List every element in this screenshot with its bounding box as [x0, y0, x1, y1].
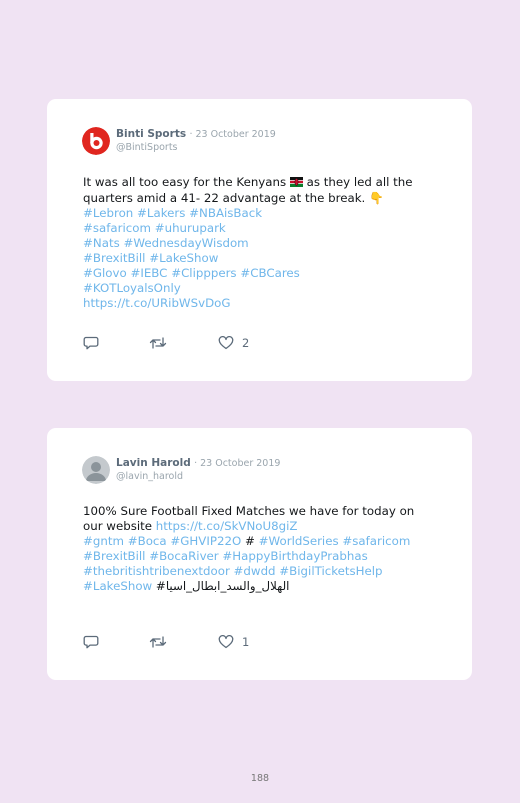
heart-icon: [218, 336, 234, 350]
tweet-text-segment: It was all too easy for the Kenyans: [83, 175, 290, 189]
tweet-text-segment: #: [241, 534, 259, 548]
tweet-line: #Nats #WednesdayWisdom: [83, 236, 433, 251]
hashtag-link[interactable]: #NBAisBack: [189, 206, 262, 220]
reply-button[interactable]: [83, 635, 99, 649]
hashtag-link[interactable]: #gntm: [83, 534, 124, 548]
tweet-line: quarters amid a 41- 22 advantage at the …: [83, 191, 433, 206]
display-name[interactable]: Binti Sports: [116, 128, 186, 140]
hashtag-link[interactable]: #WednesdayWisdom: [123, 236, 248, 250]
avatar[interactable]: [82, 456, 110, 484]
retweet-icon: [149, 636, 167, 648]
user-handle[interactable]: @BintiSports: [116, 142, 178, 153]
author-line: Binti Sports · 23 October 2019: [116, 128, 276, 140]
tweet-text-segment: our website: [83, 519, 156, 533]
tweet-date: · 23 October 2019: [194, 458, 281, 469]
hashtag-link[interactable]: #BrexitBill: [83, 549, 145, 563]
hashtag-link[interactable]: #Lakers: [137, 206, 185, 220]
tweet-line: #thebritishtribenextdoor #dwdd #BigilTic…: [83, 564, 433, 579]
tweet-date: · 23 October 2019: [189, 129, 276, 140]
display-name[interactable]: Lavin Harold: [116, 457, 191, 469]
hashtag-link[interactable]: #Glovo: [83, 266, 127, 280]
tweet-text: 100% Sure Football Fixed Matches we have…: [83, 504, 433, 594]
like-count: 2: [242, 336, 250, 350]
reply-button[interactable]: [83, 336, 99, 350]
hashtag-link[interactable]: #Clipppers: [171, 266, 236, 280]
kenya-flag-icon: [289, 176, 303, 191]
user-handle[interactable]: @lavin_harold: [116, 471, 183, 482]
tweet-line: #Glovo #IEBC #Clipppers #CBCares: [83, 266, 433, 281]
hashtag-link[interactable]: #Nats: [83, 236, 120, 250]
tweet-link[interactable]: https://t.co/SkVNoU8giZ: [156, 519, 298, 533]
tweet-line: #BrexitBill #BocaRiver #HappyBirthdayPra…: [83, 549, 433, 564]
hashtag-link[interactable]: #Boca: [128, 534, 167, 548]
tweet-text: It was all too easy for the Kenyans as t…: [83, 175, 433, 311]
hashtag-link[interactable]: #BocaRiver: [149, 549, 218, 563]
hashtag-link[interactable]: #WorldSeries: [259, 534, 339, 548]
hashtag-link[interactable]: #BigilTicketsHelp: [279, 564, 382, 578]
pointing-down-emoji-icon: 👇: [369, 191, 384, 205]
tweet-text-segment: 100% Sure Football Fixed Matches we have…: [83, 504, 415, 518]
hashtag-link[interactable]: #thebritishtribenextdoor: [83, 564, 230, 578]
tweet-line: #KOTLoyalsOnly: [83, 281, 433, 296]
hashtag-link[interactable]: #GHVIP22O: [170, 534, 241, 548]
tweet-line: #BrexitBill #LakeShow: [83, 251, 433, 266]
retweet-icon: [149, 337, 167, 349]
tweet-card: Binti Sports · 23 October 2019 @BintiSpo…: [47, 99, 472, 381]
tweet-line: our website https://t.co/SkVNoU8giZ: [83, 519, 433, 534]
tweet-text-segment: #الهلال_والسد_ابطال_اسيا: [152, 579, 290, 593]
like-count: 1: [242, 635, 250, 649]
tweet-actions: 1: [83, 635, 383, 651]
reply-icon: [83, 336, 99, 350]
reply-icon: [83, 635, 99, 649]
hashtag-link[interactable]: #LakeShow: [149, 251, 218, 265]
tweet-line: It was all too easy for the Kenyans as t…: [83, 175, 433, 191]
hashtag-link[interactable]: #CBCares: [240, 266, 299, 280]
hashtag-link[interactable]: #HappyBirthdayPrabhas: [222, 549, 367, 563]
retweet-button[interactable]: [149, 336, 167, 350]
tweet-line: #gntm #Boca #GHVIP22O # #WorldSeries #sa…: [83, 534, 433, 549]
retweet-button[interactable]: [149, 635, 167, 649]
tweet-text-segment: as they led all the: [302, 175, 413, 189]
hashtag-link[interactable]: #BrexitBill: [83, 251, 145, 265]
hashtag-link[interactable]: #safaricom: [83, 221, 151, 235]
avatar[interactable]: [82, 127, 110, 155]
hashtag-link[interactable]: #dwdd: [234, 564, 276, 578]
tweet-line: 100% Sure Football Fixed Matches we have…: [83, 504, 433, 519]
tweet-line: #LakeShow #الهلال_والسد_ابطال_اسيا: [83, 579, 433, 594]
hashtag-link[interactable]: #Lebron: [83, 206, 133, 220]
tweet-line: #safaricom #uhurupark: [83, 221, 433, 236]
page-number: 188: [250, 773, 270, 784]
hashtag-link[interactable]: #KOTLoyalsOnly: [83, 281, 181, 295]
author-line: Lavin Harold · 23 October 2019: [116, 457, 280, 469]
tweet-text-segment: quarters amid a 41- 22 advantage at the …: [83, 191, 370, 205]
tweet-link[interactable]: https://t.co/URibWSvDoG: [83, 296, 231, 310]
tweet-actions: 2: [83, 336, 383, 352]
tweet-line: https://t.co/URibWSvDoG: [83, 296, 433, 311]
like-button[interactable]: 2: [218, 336, 249, 350]
heart-icon: [218, 635, 234, 649]
like-button[interactable]: 1: [218, 635, 249, 649]
hashtag-link[interactable]: #safaricom: [342, 534, 410, 548]
hashtag-link[interactable]: #LakeShow: [83, 579, 152, 593]
hashtag-link[interactable]: #uhurupark: [155, 221, 226, 235]
tweet-line: #Lebron #Lakers #NBAisBack: [83, 206, 433, 221]
hashtag-link[interactable]: #IEBC: [130, 266, 167, 280]
tweet-card: Lavin Harold · 23 October 2019 @lavin_ha…: [47, 428, 472, 680]
